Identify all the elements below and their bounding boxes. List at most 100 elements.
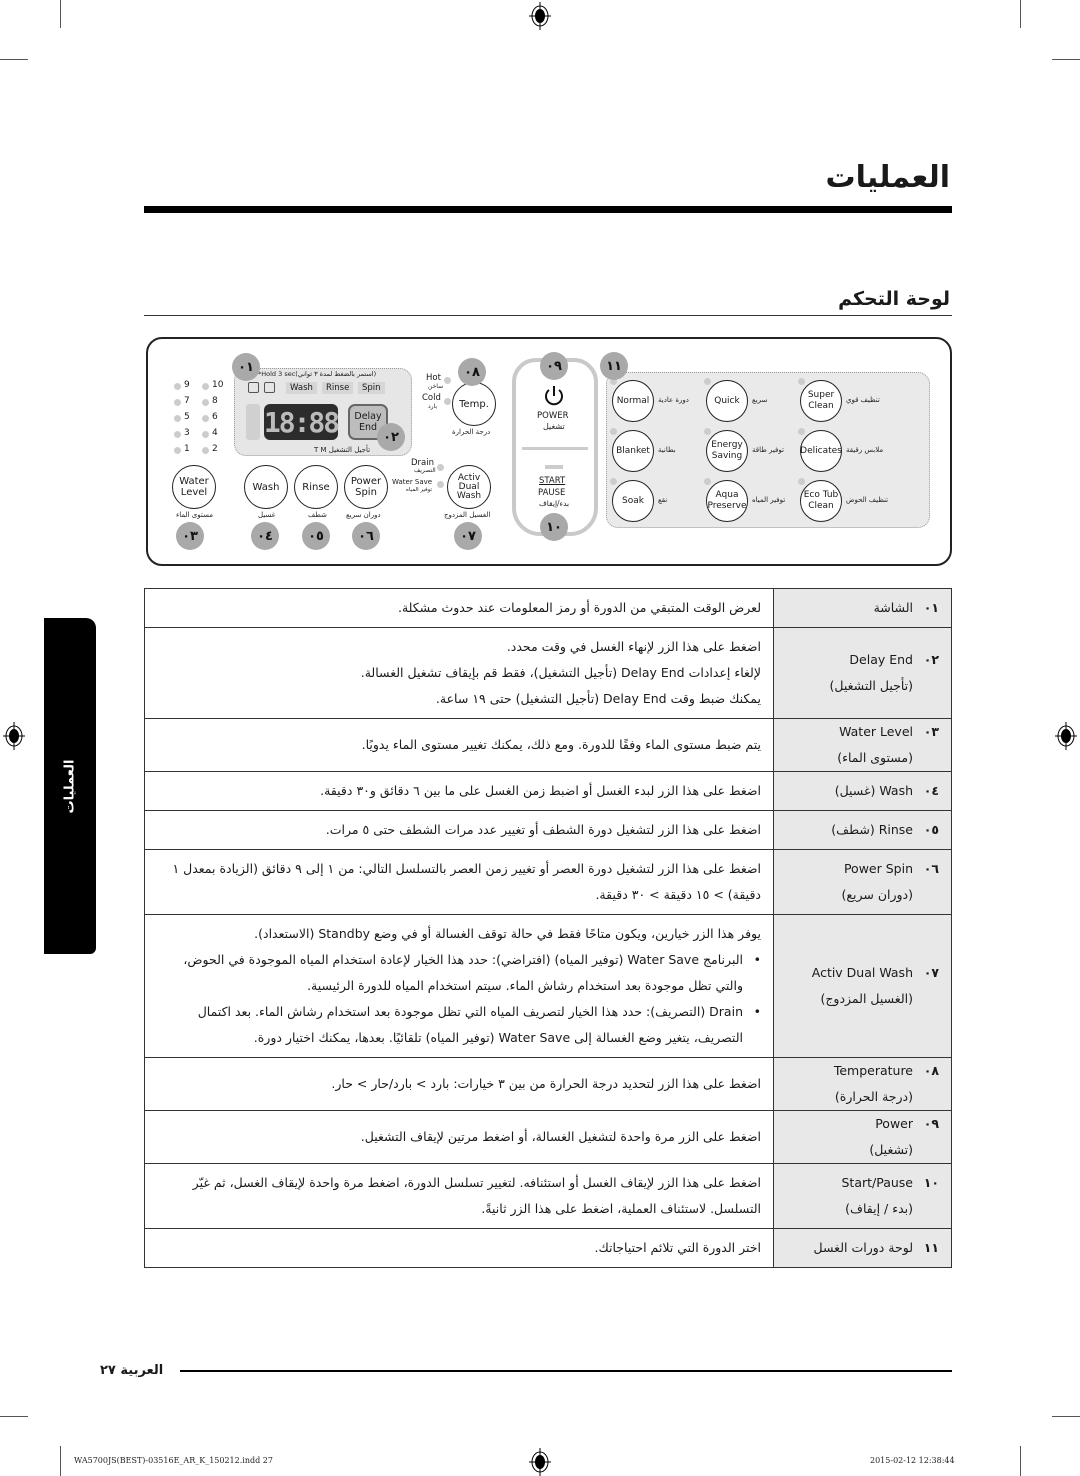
cycle-led: [798, 378, 805, 385]
cycle-button[interactable]: Eco Tub Clean: [800, 480, 842, 522]
crop-mark: [60, 0, 61, 28]
row-name-ar: (مستوى الماء): [837, 750, 913, 765]
child-lock-icon: [248, 382, 259, 393]
cycle-led: [704, 428, 711, 435]
display-bottom-labels: T M تأجيل التشغيل: [314, 446, 371, 454]
activ-dual-wash-button[interactable]: Activ Dual Wash: [447, 465, 491, 509]
water-level-number: 9: [184, 380, 190, 390]
cycle-button[interactable]: Energy Saving: [706, 430, 748, 472]
water-level-led: [174, 399, 181, 406]
section-title: لوحة التحكم: [838, 288, 950, 310]
title-rule: [144, 206, 952, 213]
description-line: لعرض الوقت المتبقي من الدورة أو رمز المع…: [397, 600, 761, 615]
table-row: ٠٢ Delay End (تأجيل التشغيل) اضغط على هذا ا…: [144, 627, 952, 719]
cycle-led: [704, 378, 711, 385]
wash-button[interactable]: Wash: [244, 465, 288, 509]
page-title: العمليات: [825, 160, 951, 195]
description-line: يوفر هذا الزر خيارين، ويكون متاحًا فقط ف…: [254, 926, 761, 941]
water-level-number: 7: [184, 396, 190, 406]
description-line: اضغط على هذا الزر لتشغيل دورة العصر أو ت…: [172, 861, 761, 902]
cycle-button[interactable]: Soak: [612, 480, 654, 522]
cycle-button[interactable]: Blanket: [612, 430, 654, 472]
water-level-number: 3: [184, 428, 190, 438]
row-name-ar: (الغسيل المزدوج): [820, 991, 913, 1006]
callout-badge: ٠٨: [458, 358, 486, 386]
temp-button[interactable]: Temp.: [452, 382, 496, 426]
cycle-button[interactable]: Super Clean: [800, 380, 842, 422]
cycle-led: [610, 478, 617, 485]
row-name: Power: [875, 1116, 913, 1131]
water-save-led: [437, 481, 444, 488]
tub-clean-icon: [264, 382, 275, 393]
description-bullet: Drain (التصريف): حدد هذا الخيار لتصريف ا…: [157, 999, 761, 1051]
row-description-cell: لعرض الوقت المتبقي من الدورة أو رمز المع…: [144, 588, 774, 628]
row-name-cell: ٠٤ Wash (غسيل): [773, 771, 952, 811]
table-row: ٠١ الشاشة لعرض الوقت المتبقي من الدورة أو …: [144, 588, 952, 628]
table-row: ٠٩ Power (تشغيل) اضغط على الزر مرة واحدة لت…: [144, 1110, 952, 1164]
row-number: ٠٢: [923, 652, 939, 667]
row-description-cell: اضغط على هذا الزر لإيقاف الغسل أو استئنا…: [144, 1163, 774, 1229]
drain-led: [437, 464, 444, 471]
cycle-label-ar: نقع: [658, 496, 668, 504]
water-save-label: Water Save: [392, 478, 433, 486]
row-description-cell: اضغط على هذا الزر لتحديد درجة الحرارة من…: [144, 1057, 774, 1111]
row-number: ٠٧: [923, 965, 939, 980]
row-name: Power Spin: [843, 861, 913, 876]
drain-label-ar: التصريف: [414, 467, 436, 474]
callout-badge: ٠١: [232, 353, 260, 381]
water-level-led: [202, 447, 209, 454]
row-description-cell: يتم ضبط مستوى الماء وفقًا للدورة. ومع ذل…: [144, 718, 774, 772]
power-icon[interactable]: [543, 385, 565, 407]
rinse-button[interactable]: Rinse: [294, 465, 338, 509]
cycle-label-ar: تنظيف قوي: [846, 396, 880, 404]
row-name-ar: (تأجيل التشغيل): [829, 678, 913, 693]
description-line: اضغط على هذا الزر لتحديد درجة الحرارة من…: [331, 1076, 761, 1091]
power-label-ar: تشغيل: [543, 422, 565, 431]
clock-hourglass-icons: [246, 404, 260, 440]
row-name-ar: (دوران سريع): [841, 887, 913, 902]
water-level-number: 4: [212, 428, 218, 438]
row-name-cell: ٠٣ Water Level (مستوى الماء): [773, 718, 952, 772]
slug-file: WA5700JS(BEST)-03516E_AR_K_150212.indd 2…: [74, 1456, 273, 1465]
cycle-led: [704, 478, 711, 485]
callout-badge: ٠٧: [454, 522, 482, 550]
water-level-led: [174, 415, 181, 422]
row-name: Wash (غسيل): [834, 783, 913, 798]
wash-label-ar: غسيل: [258, 511, 276, 519]
segment-display: 18:88: [263, 404, 340, 440]
table-row: ٠٧ Activ Dual Wash (الغسيل المزدوج) يوفر هذ…: [144, 914, 952, 1058]
cycle-button[interactable]: Delicates: [800, 430, 842, 472]
cycle-button[interactable]: Aqua Preserve: [706, 480, 748, 522]
water-level-led: [174, 447, 181, 454]
row-description-cell: اضغط على الزر مرة واحدة لتشغيل الغسالة، …: [144, 1110, 774, 1164]
water-level-button[interactable]: Water Level: [172, 465, 216, 509]
hot-label-ar: ساخن: [428, 383, 444, 390]
row-name: Rinse (شطف): [831, 822, 913, 837]
callout-badge: ٠٤: [251, 522, 279, 550]
cycle-button[interactable]: Quick: [706, 380, 748, 422]
pause-label[interactable]: PAUSE: [538, 488, 565, 498]
start-label[interactable]: START: [539, 476, 565, 486]
row-number: ٠٤: [923, 783, 939, 798]
cycle-label-ar: ملابس رقيقة: [846, 446, 884, 454]
rinse-label-ar: شطف: [308, 511, 327, 519]
row-number: ٠٣: [923, 724, 939, 739]
cold-label-ar: بارد: [428, 403, 438, 410]
row-name-cell: ٠٥ Rinse (شطف): [773, 810, 952, 850]
row-name: Water Level: [839, 724, 913, 739]
cycle-button[interactable]: Normal: [612, 380, 654, 422]
cycle-led: [610, 428, 617, 435]
callout-badge: ٠٣: [176, 522, 204, 550]
display-tag-rinse: Rinse: [322, 382, 354, 394]
row-name-ar: (تشغيل): [869, 1142, 913, 1157]
registration-mark-icon: [529, 2, 551, 30]
row-number: ٠١: [923, 600, 939, 615]
registration-mark-icon: [1055, 722, 1077, 750]
control-description-table: ٠١ الشاشة لعرض الوقت المتبقي من الدورة أو …: [144, 588, 952, 1268]
callout-badge: ٠٦: [352, 522, 380, 550]
row-name-cell: ٠١ الشاشة: [773, 588, 952, 628]
activ-label-ar: الغسيل المزدوج: [444, 511, 491, 519]
start-led: [545, 465, 563, 469]
water-level-number: 5: [184, 412, 190, 422]
power-spin-button[interactable]: Power Spin: [344, 465, 388, 509]
